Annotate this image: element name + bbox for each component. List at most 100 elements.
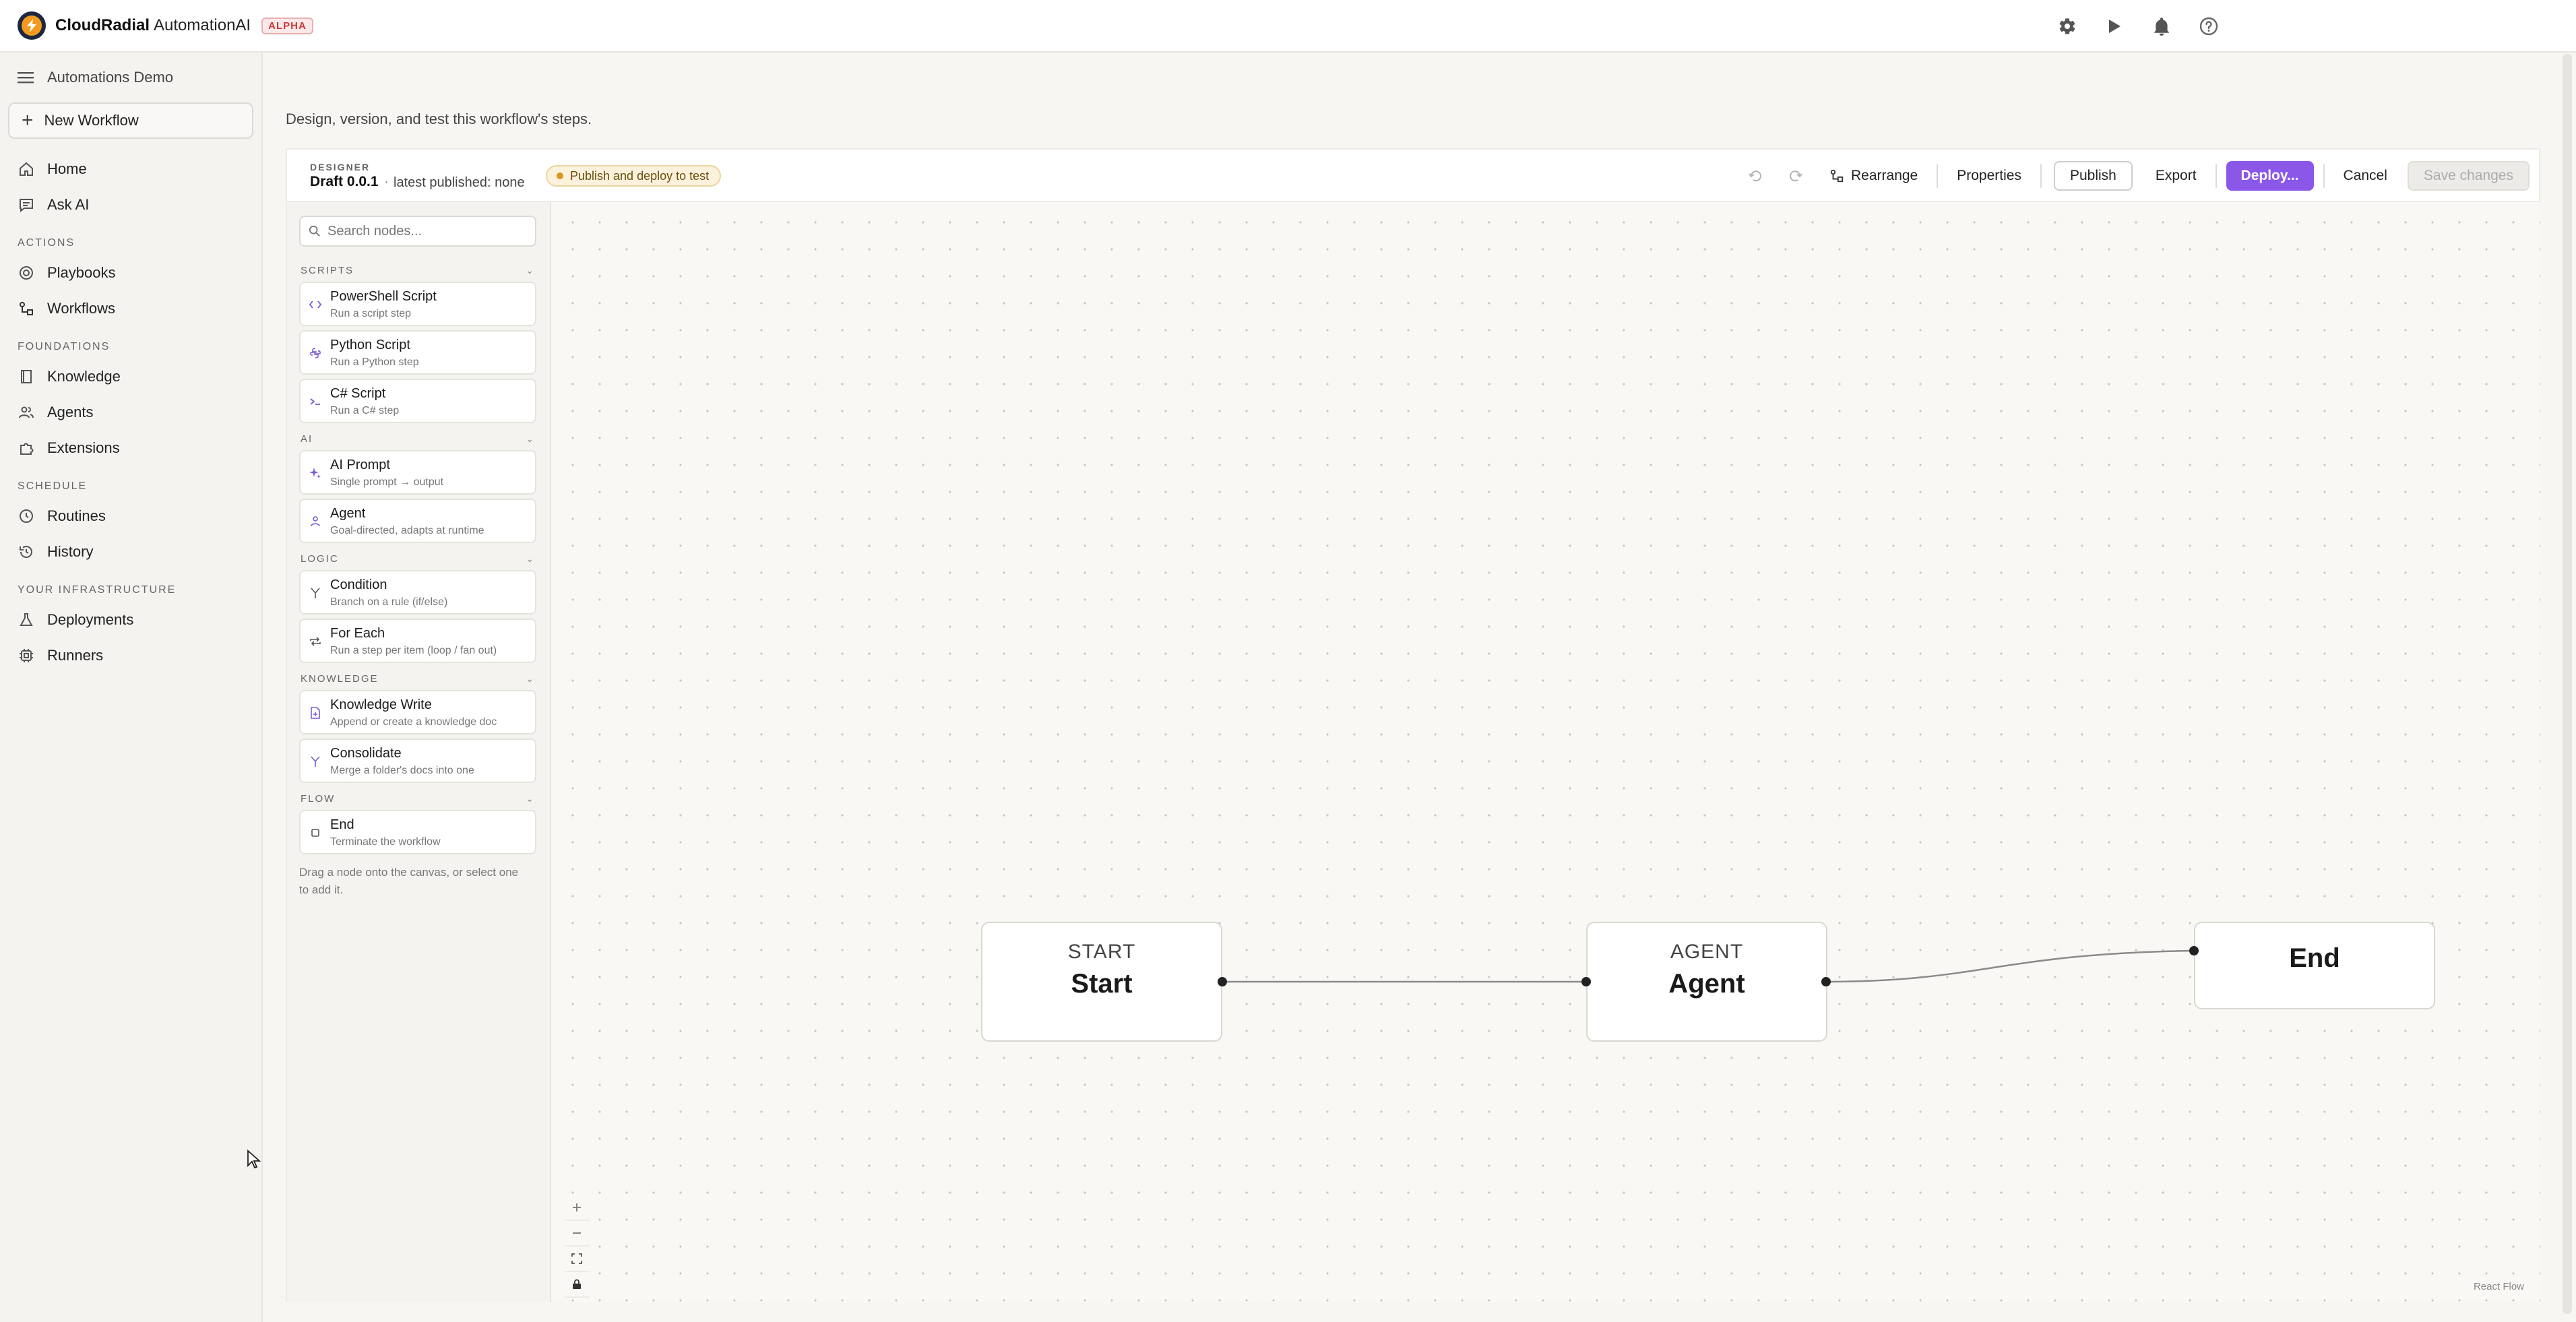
terminal-icon <box>309 395 322 408</box>
sidebar-item-ask-ai[interactable]: Ask AI <box>0 187 261 222</box>
loop-icon <box>309 635 322 648</box>
undo-button[interactable] <box>1736 150 1776 202</box>
new-workflow-button[interactable]: + New Workflow <box>8 102 253 139</box>
zoom-in-button[interactable] <box>565 1195 589 1221</box>
designer-header: DESIGNER Draft 0.0.1 · latest published:… <box>287 150 2539 202</box>
search-input[interactable] <box>327 223 530 239</box>
undo-icon <box>1749 170 1761 182</box>
sparkle-icon <box>309 466 322 480</box>
notifications-button[interactable] <box>2138 0 2185 53</box>
play-icon <box>2109 20 2121 33</box>
publish-button[interactable]: Publish <box>2053 161 2133 191</box>
users-icon <box>18 404 35 421</box>
palette-node-agent[interactable]: Agent Goal-directed, adapts at runtime <box>299 499 536 543</box>
menu-icon <box>18 72 34 84</box>
help-button[interactable] <box>2185 0 2232 53</box>
sidebar-item-workflows[interactable]: Workflows <box>0 290 261 326</box>
palette-node-csharp[interactable]: C# Script Run a C# step <box>299 379 536 423</box>
start-output-handle[interactable] <box>1218 977 1227 986</box>
target-icon <box>18 264 35 282</box>
home-icon <box>18 160 35 178</box>
save-changes-button[interactable]: Save changes <box>2407 161 2530 191</box>
draft-version: Draft 0.0.1 <box>310 174 379 189</box>
code-icon <box>309 298 322 311</box>
workflow-designer: DESIGNER Draft 0.0.1 · latest published:… <box>286 148 2540 1302</box>
chat-icon <box>18 196 35 214</box>
properties-button[interactable]: Properties <box>1942 161 2036 191</box>
run-button[interactable] <box>2091 0 2138 53</box>
bell-icon <box>2154 18 2169 36</box>
status-dot-icon <box>557 172 563 179</box>
separator-dot: · <box>384 174 389 189</box>
alpha-badge: ALPHA <box>261 17 313 34</box>
palette-node-python[interactable]: Python Script Run a Python step <box>299 330 536 375</box>
category-logic[interactable]: LOGIC ⌄ <box>299 547 536 570</box>
node-end[interactable]: End <box>2194 922 2435 1009</box>
category-ai[interactable]: AI ⌄ <box>299 427 536 450</box>
flask-icon <box>18 611 35 629</box>
palette-node-ai-prompt[interactable]: AI Prompt Single prompt → output <box>299 450 536 495</box>
node-palette: SCRIPTS ⌄ PowerShell Script Run a script… <box>287 202 551 1302</box>
page-scrollbar[interactable] <box>2563 54 2572 1314</box>
zoom-out-button[interactable] <box>565 1221 589 1247</box>
lock-button[interactable] <box>565 1272 589 1298</box>
category-scripts[interactable]: SCRIPTS ⌄ <box>299 259 536 282</box>
sidebar-item-playbooks[interactable]: Playbooks <box>0 255 261 290</box>
section-schedule: SCHEDULE <box>18 480 88 492</box>
category-knowledge[interactable]: KNOWLEDGE ⌄ <box>299 667 536 690</box>
designer-toolbar: Rearrange Properties Publish Export Depl… <box>1736 150 2539 202</box>
sidebar-item-home[interactable]: Home <box>0 151 261 187</box>
settings-button[interactable] <box>2044 0 2091 53</box>
sidebar-item-history[interactable]: History <box>0 534 261 569</box>
branch-icon <box>309 586 322 600</box>
node-search[interactable] <box>299 216 536 247</box>
sidebar-nav: Home Ask AI ACTIONS Playbooks Workflows … <box>0 151 261 673</box>
chip-icon <box>18 647 35 664</box>
chevron-down-icon: ⌄ <box>526 792 535 804</box>
palette-list: SCRIPTS ⌄ PowerShell Script Run a script… <box>299 259 536 899</box>
chevron-down-icon: ⌄ <box>526 433 535 444</box>
mouse-cursor-icon <box>247 1150 261 1169</box>
workspace-switcher[interactable]: Automations Demo <box>0 53 261 102</box>
node-agent[interactable]: AGENT Agent <box>1586 922 1827 1042</box>
palette-node-knowledge-write[interactable]: Knowledge Write Append or create a knowl… <box>299 690 536 734</box>
fit-view-button[interactable] <box>565 1247 589 1272</box>
agent-output-handle[interactable] <box>1821 977 1831 986</box>
top-bar: CloudRadial AutomationAI ALPHA <box>0 0 2576 53</box>
sidebar-item-runners[interactable]: Runners <box>0 637 261 673</box>
redo-icon <box>1790 170 1802 182</box>
fit-view-icon <box>571 1253 582 1264</box>
workflow-canvas[interactable]: START Start AGENT Agent End React Flow <box>553 202 2540 1302</box>
cloudradial-logo-icon <box>18 11 46 40</box>
palette-node-end[interactable]: End Terminate the workflow <box>299 810 536 854</box>
edges-layer <box>1222 949 2195 983</box>
agent-input-handle[interactable] <box>1581 977 1591 986</box>
document-plus-icon <box>309 706 322 720</box>
redo-button[interactable] <box>1776 150 1815 202</box>
deploy-button[interactable]: Deploy... <box>2226 161 2314 191</box>
palette-node-powershell[interactable]: PowerShell Script Run a script step <box>299 282 536 326</box>
brand[interactable]: CloudRadial AutomationAI ALPHA <box>18 11 313 40</box>
sidebar-item-knowledge[interactable]: Knowledge <box>0 358 261 394</box>
category-flow[interactable]: FLOW ⌄ <box>299 787 536 810</box>
edge-agent-end[interactable] <box>1825 949 2195 983</box>
node-start[interactable]: START Start <box>981 922 1222 1042</box>
sidebar-item-deployments[interactable]: Deployments <box>0 602 261 637</box>
palette-node-consolidate[interactable]: Consolidate Merge a folder's docs into o… <box>299 738 536 783</box>
sidebar-item-agents[interactable]: Agents <box>0 394 261 430</box>
brand-name: CloudRadial <box>55 16 150 34</box>
palette-node-for-each[interactable]: For Each Run a step per item (loop / fan… <box>299 619 536 663</box>
chevron-down-icon: ⌄ <box>526 553 535 564</box>
react-flow-attribution[interactable]: React Flow <box>2474 1281 2524 1292</box>
sidebar-item-extensions[interactable]: Extensions <box>0 430 261 466</box>
plus-icon: + <box>22 109 34 131</box>
latest-published: latest published: none <box>394 175 525 190</box>
python-icon <box>309 346 322 360</box>
minus-icon <box>573 1232 581 1234</box>
cancel-button[interactable]: Cancel <box>2329 161 2402 191</box>
rearrange-button[interactable]: Rearrange <box>1815 161 1933 191</box>
palette-node-condition[interactable]: Condition Branch on a rule (if/else) <box>299 570 536 615</box>
sidebar-item-routines[interactable]: Routines <box>0 498 261 534</box>
end-input-handle[interactable] <box>2189 946 2199 955</box>
export-button[interactable]: Export <box>2141 161 2211 191</box>
